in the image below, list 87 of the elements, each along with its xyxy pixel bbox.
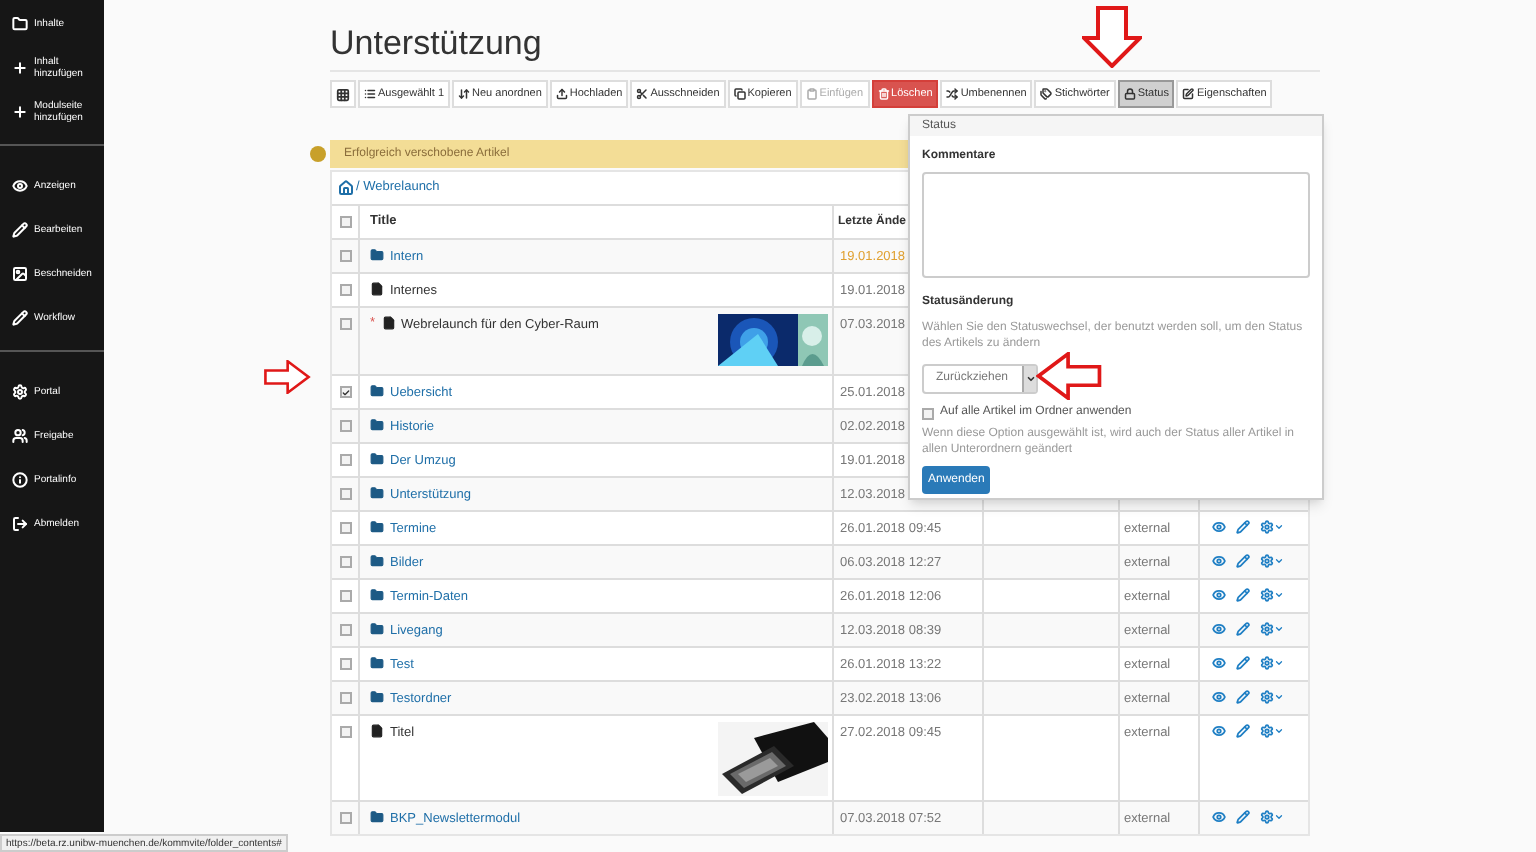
pencil-icon[interactable] xyxy=(1236,690,1250,704)
eye-icon[interactable] xyxy=(1212,588,1226,602)
checkbox[interactable] xyxy=(339,488,351,500)
folder-icon xyxy=(370,554,384,568)
pencil-icon[interactable] xyxy=(1236,622,1250,636)
pencil-icon[interactable] xyxy=(1236,656,1250,670)
eye-icon[interactable] xyxy=(1212,690,1226,704)
pencil-icon[interactable] xyxy=(1236,588,1250,602)
gears-icon xyxy=(12,384,28,400)
image-icon xyxy=(12,266,28,282)
checkbox[interactable] xyxy=(339,420,351,432)
document-icon xyxy=(370,724,384,738)
upload-icon xyxy=(555,88,568,100)
pencil-icon xyxy=(12,222,28,238)
checkbox[interactable] xyxy=(339,658,351,670)
gear-menu-icon[interactable] xyxy=(1260,588,1284,602)
folder-icon xyxy=(370,384,384,398)
copy-icon xyxy=(733,88,746,100)
annotation-arrow xyxy=(1082,6,1142,68)
eye-icon[interactable] xyxy=(1212,724,1226,738)
sort-icon xyxy=(458,88,471,100)
pencil-icon[interactable] xyxy=(1236,810,1250,824)
gear-menu-icon[interactable] xyxy=(1260,810,1284,824)
folder-icon xyxy=(12,16,28,32)
gear-menu-icon[interactable] xyxy=(1260,622,1284,636)
logout-icon xyxy=(12,516,28,532)
eye-icon[interactable] xyxy=(1212,656,1226,670)
tags-icon xyxy=(1040,88,1053,100)
plus-icon xyxy=(12,60,28,76)
checkbox[interactable] xyxy=(339,318,351,330)
grid-icon xyxy=(336,87,350,101)
check-icon xyxy=(341,387,349,397)
document-icon xyxy=(370,282,384,296)
gear-menu-icon[interactable] xyxy=(1260,724,1284,738)
grid-button[interactable] xyxy=(330,80,356,108)
scissors-icon xyxy=(636,88,649,100)
home-icon xyxy=(338,180,354,196)
pencil-icon[interactable] xyxy=(1236,724,1250,738)
eye-icon[interactable] xyxy=(1212,810,1226,824)
folder-icon xyxy=(370,622,384,636)
checkbox[interactable] xyxy=(339,590,351,602)
checkbox[interactable] xyxy=(339,216,351,228)
folder-icon xyxy=(370,690,384,704)
folder-icon xyxy=(370,418,384,432)
checkbox[interactable] xyxy=(339,284,351,296)
eye-icon[interactable] xyxy=(1212,622,1226,636)
checkbox[interactable] xyxy=(339,556,351,568)
gear-menu-icon[interactable] xyxy=(1260,656,1284,670)
checkbox[interactable] xyxy=(339,522,351,534)
warning-icon xyxy=(310,146,326,162)
lock-icon xyxy=(1123,88,1136,100)
checkbox[interactable] xyxy=(339,454,351,466)
gear-menu-icon[interactable] xyxy=(1260,520,1284,534)
clipboard-icon xyxy=(805,88,818,100)
edit-icon xyxy=(1182,88,1195,100)
folder-icon xyxy=(370,588,384,602)
checkbox[interactable] xyxy=(339,692,351,704)
comments-field[interactable] xyxy=(922,172,1310,278)
folder-icon xyxy=(370,656,384,670)
folder-icon xyxy=(370,520,384,534)
list-icon xyxy=(364,88,376,100)
plus-icon xyxy=(12,104,28,120)
gear-menu-icon[interactable] xyxy=(1260,554,1284,568)
checkbox[interactable] xyxy=(922,407,934,419)
folder-icon xyxy=(370,452,384,466)
pencil-icon xyxy=(12,310,28,326)
eye-icon[interactable] xyxy=(1212,520,1226,534)
info-icon xyxy=(12,472,28,488)
pencil-icon[interactable] xyxy=(1236,520,1250,534)
checkbox[interactable] xyxy=(339,386,351,398)
gear-menu-icon[interactable] xyxy=(1260,690,1284,704)
shuffle-icon xyxy=(946,88,959,100)
folder-icon xyxy=(370,248,384,262)
caret-icon xyxy=(1022,366,1036,392)
users-icon xyxy=(12,428,28,444)
checkbox[interactable] xyxy=(339,812,351,824)
annotation-arrow xyxy=(1036,352,1102,400)
trash-icon xyxy=(877,88,890,100)
document-icon xyxy=(381,316,396,330)
eye-icon xyxy=(12,178,28,194)
checkbox[interactable] xyxy=(339,624,351,636)
eye-icon[interactable] xyxy=(1212,554,1226,568)
checkbox[interactable] xyxy=(339,250,351,262)
checkbox[interactable] xyxy=(339,726,351,738)
pencil-icon[interactable] xyxy=(1236,554,1250,568)
folder-icon xyxy=(370,810,384,824)
folder-icon xyxy=(370,486,384,500)
